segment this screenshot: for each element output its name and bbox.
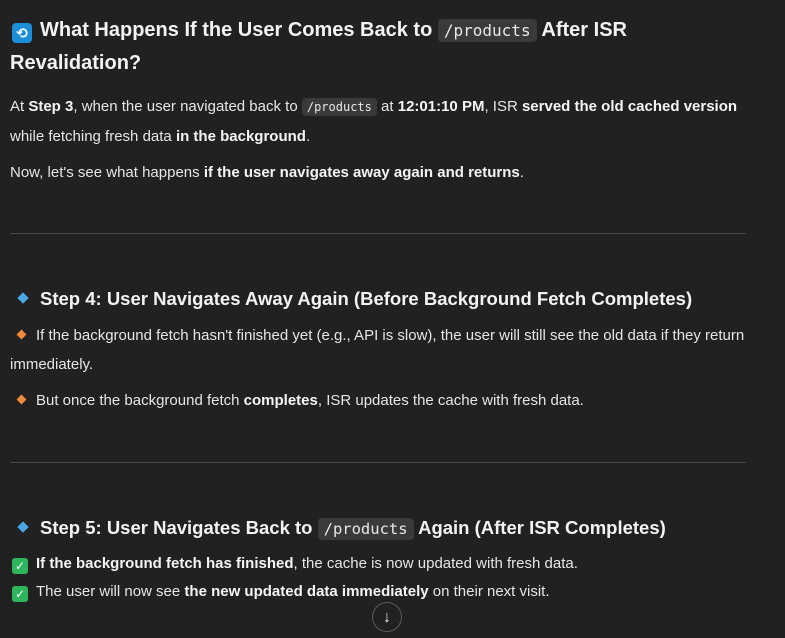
check-mark-icon: ✓ [12, 558, 28, 574]
inline-code: /products [301, 98, 377, 116]
refresh-icon: ⟲ [12, 23, 32, 43]
divider [10, 462, 746, 463]
paragraph: At Step 3, when the user navigated back … [10, 98, 738, 145]
scroll-to-bottom-button[interactable]: ↓ [372, 602, 402, 632]
list-item: If the background fetch hasn't finished … [10, 327, 745, 373]
paragraph: Now, let's see what happens if the user … [10, 164, 524, 181]
blue-diamond-icon [17, 521, 29, 533]
check-mark-icon: ✓ [12, 586, 28, 602]
inline-code: /products [437, 19, 537, 42]
heading-text: What Happens If the User Comes Back to [40, 19, 433, 41]
arrow-down-icon: ↓ [383, 609, 391, 626]
inline-code: /products [317, 518, 414, 540]
blue-diamond-icon [17, 292, 29, 304]
divider [10, 233, 746, 234]
list-item: But once the background fetch completes,… [10, 386, 746, 415]
orange-diamond-icon [16, 394, 27, 405]
section-heading: ⟲ What Happens If the User Comes Back to … [10, 14, 746, 80]
orange-diamond-icon [16, 329, 27, 340]
list-item: ✓ If the background fetch has finished, t… [10, 550, 746, 578]
chat-message-content: ⟲ What Happens If the User Comes Back to … [10, 0, 746, 606]
step-heading: Step 4: User Navigates Away Again (Befor… [10, 286, 746, 312]
step-heading: Step 5: User Navigates Back to /products… [10, 515, 746, 542]
list-item: ✓ The user will now see the new updated d… [10, 578, 746, 606]
